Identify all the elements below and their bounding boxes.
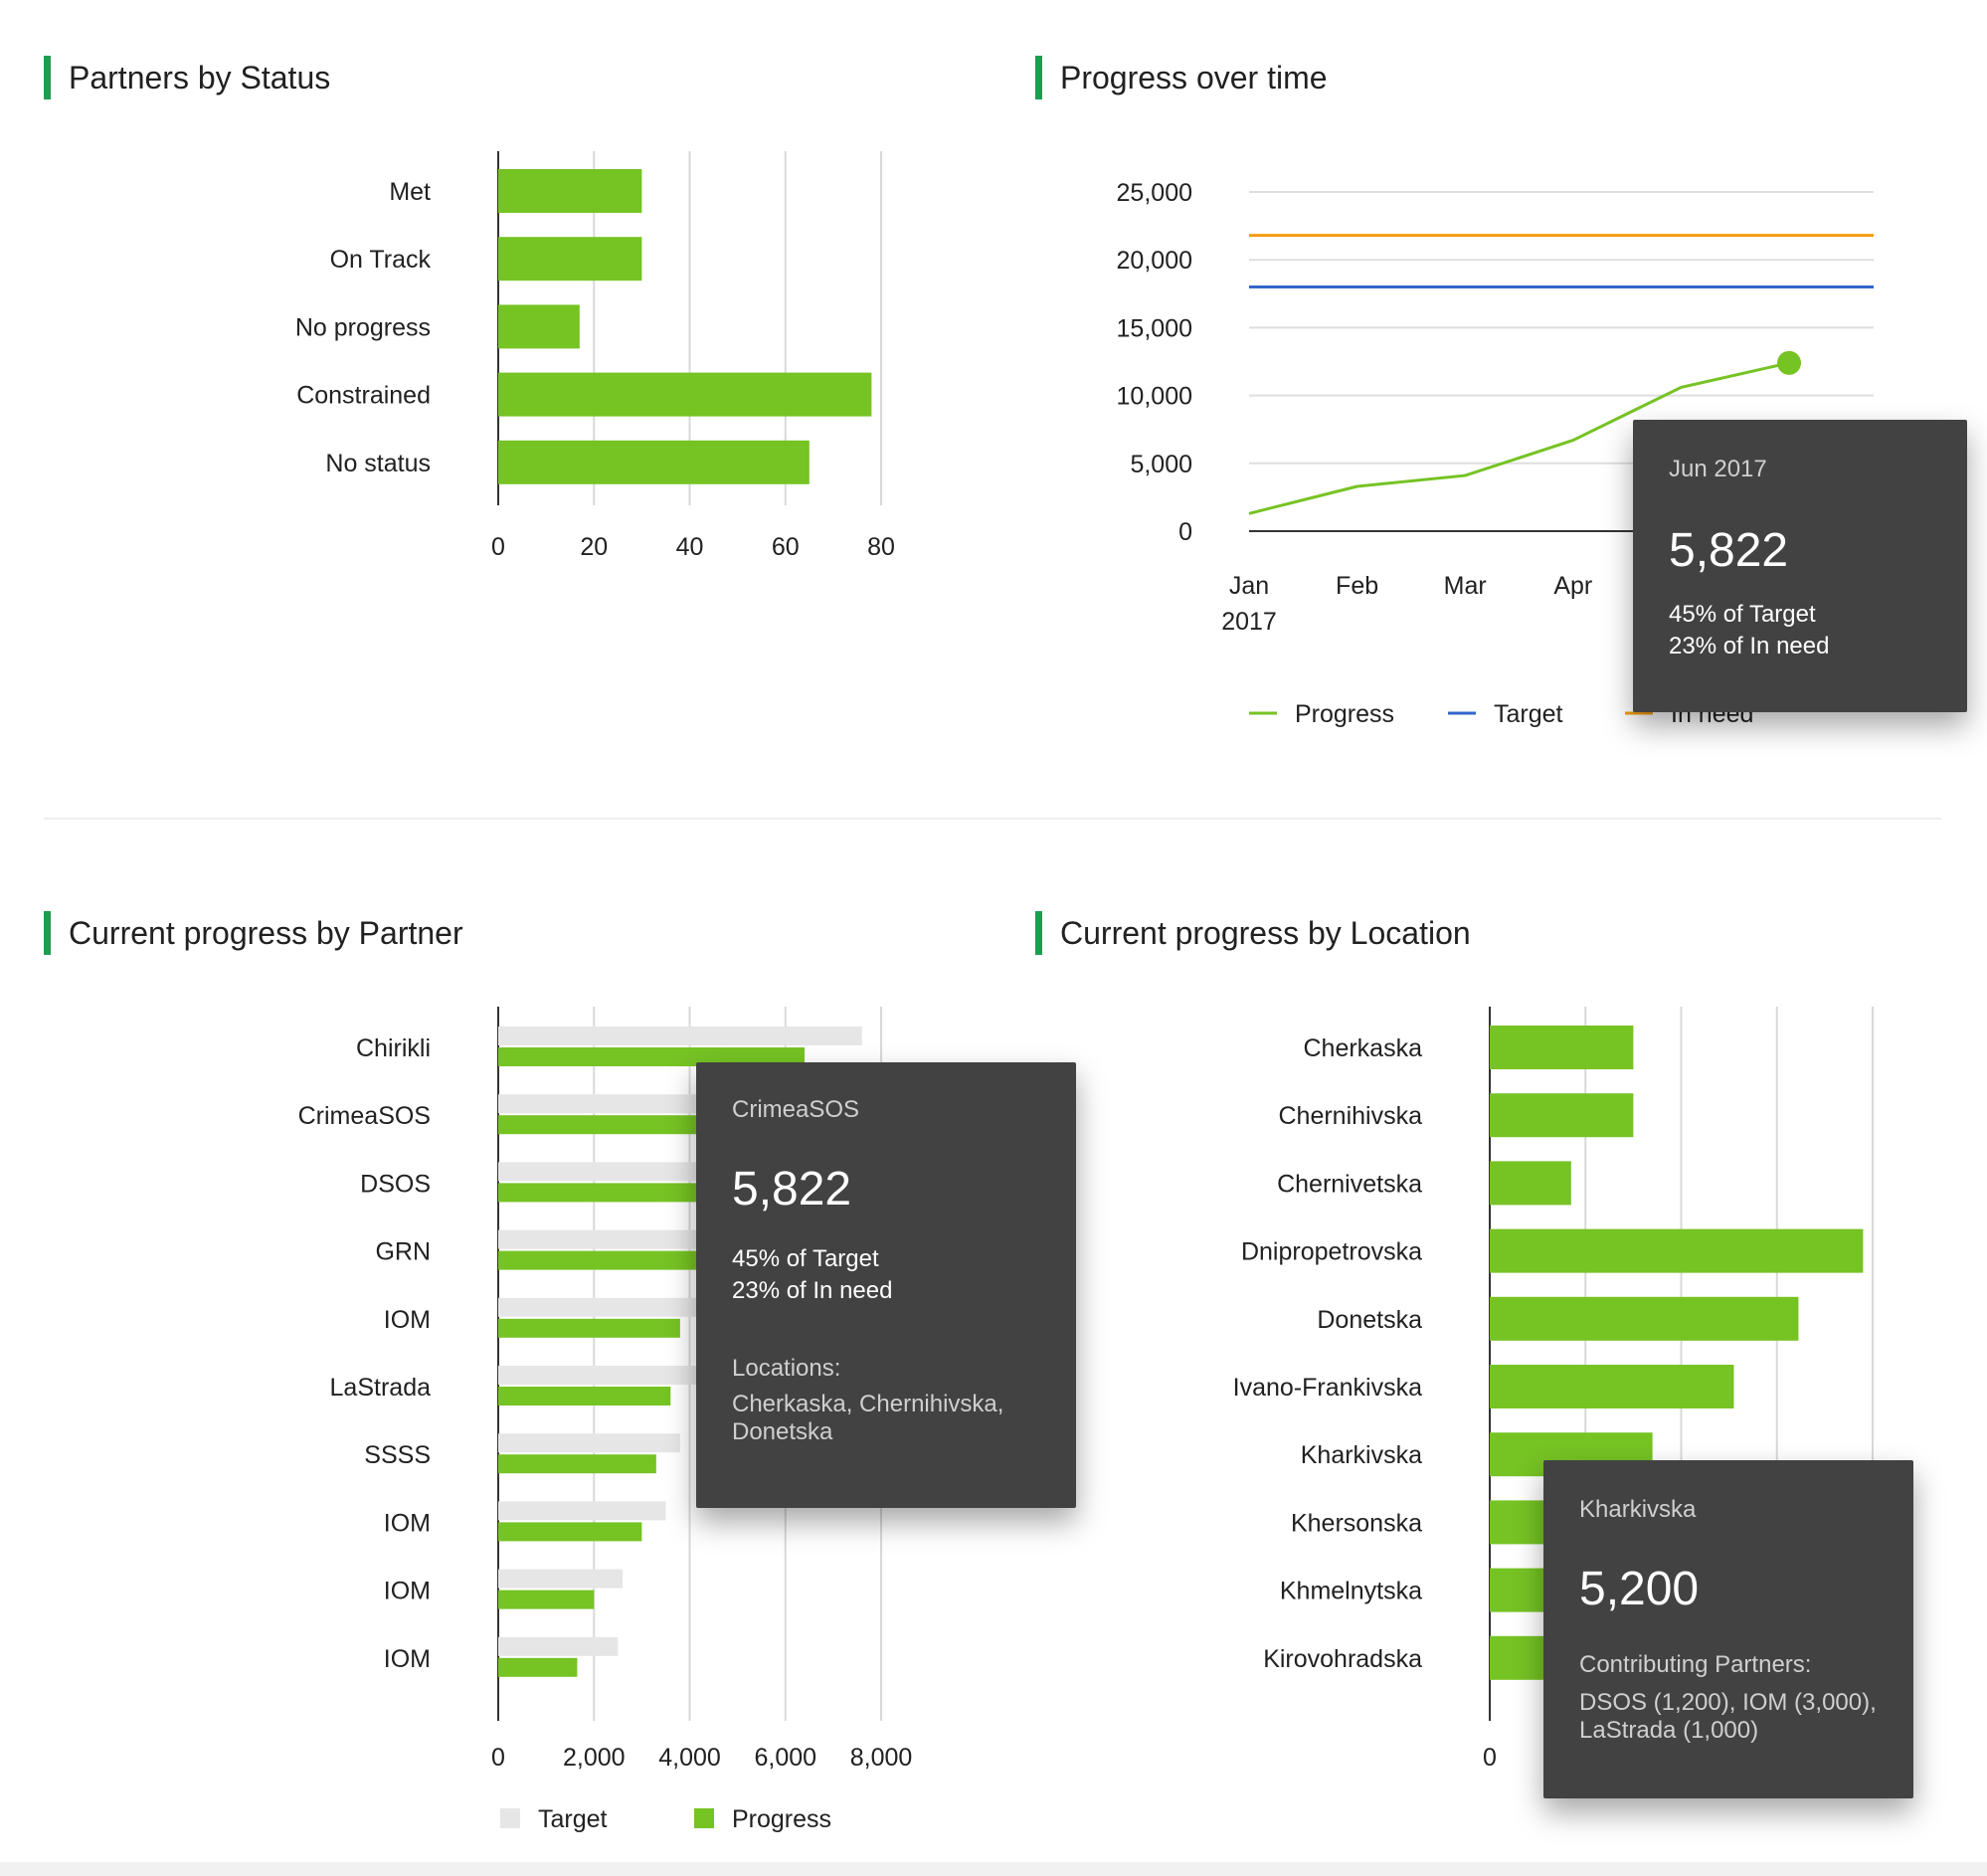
x-tick-label: Feb [1336, 572, 1378, 600]
category-label-chernivetska: Chernivetska [1277, 1170, 1422, 1198]
tooltip-target-pct: 45% of Target [1669, 601, 1816, 628]
category-label-met: Met [389, 178, 431, 206]
y-tick-label: 20,000 [1117, 247, 1192, 275]
x-tick-label: 80 [867, 533, 895, 561]
category-label-iom: IOM [384, 1509, 431, 1537]
x-tick-label: 8,000 [850, 1744, 913, 1772]
bar-cherkaska [1490, 1026, 1634, 1069]
bar-met [498, 169, 642, 213]
target-bar-chirikli [498, 1027, 862, 1045]
partners-by-status-chart: 0 20 40 60 80 Met On Track No progress Constrain… [295, 151, 895, 561]
target-bar-iom [498, 1501, 666, 1521]
category-label-grn: GRN [375, 1238, 431, 1266]
y-tick-label: 10,000 [1117, 383, 1192, 411]
progress-bar-iom [498, 1318, 680, 1338]
target-bar-iom [498, 1569, 624, 1589]
progress-bar-ssss [498, 1454, 656, 1474]
x-tick-label: 0 [491, 533, 505, 561]
category-label-no-progress: No progress [295, 313, 431, 341]
x-tick-label: 4,000 [658, 1744, 721, 1772]
tooltip-partners-line1: DSOS (1,200), IOM (3,000), [1579, 1689, 1877, 1716]
tooltip-value: 5,822 [732, 1163, 852, 1216]
bar-on-track [498, 237, 642, 281]
tooltip-value: 5,822 [1669, 524, 1789, 577]
tooltip-date: Jun 2017 [1669, 456, 1767, 482]
category-label-chirikli: Chirikli [356, 1034, 431, 1062]
category-label-iom: IOM [384, 1306, 431, 1334]
target-bar-ssss [498, 1433, 680, 1453]
x-tick-label: 2017 [1221, 608, 1277, 636]
category-label-on-track: On Track [330, 246, 432, 274]
progress-bar-iom [498, 1590, 595, 1609]
legend-swatch-progress [694, 1808, 714, 1828]
x-tick-label: Jan [1229, 572, 1269, 600]
category-label-khersonska: Khersonska [1291, 1509, 1422, 1537]
category-label-lastrada: LaStrada [330, 1374, 432, 1402]
legend-label-target: Target [1494, 700, 1563, 728]
y-tick-label: 15,000 [1117, 314, 1192, 342]
bar-chernihivska [1490, 1093, 1634, 1138]
partners-by-status-panel: Partners by Status 0 20 40 60 80 Met On Track N… [44, 0, 1018, 796]
x-tick-label: 60 [772, 533, 800, 561]
tooltip-locations-line2: Donetska [732, 1418, 833, 1445]
tooltip-locations-label: Locations: [732, 1355, 841, 1382]
category-label-iom: IOM [384, 1578, 431, 1605]
tooltip-partner-name: CrimeaSOS [732, 1096, 860, 1123]
category-label-donetska: Donetska [1317, 1306, 1422, 1334]
legend-swatch-target [500, 1808, 520, 1828]
highlighted-point [1777, 350, 1801, 375]
x-tick-label: 6,000 [754, 1744, 816, 1772]
bar-no-progress [498, 304, 580, 349]
tooltip-partners-label: Contributing Partners: [1579, 1651, 1812, 1678]
y-tick-label: 5,000 [1130, 451, 1192, 478]
category-label-chernihivska: Chernihivska [1278, 1102, 1422, 1130]
legend-label-target: Target [538, 1805, 608, 1833]
bar-chernivetska [1490, 1161, 1571, 1206]
section-divider [44, 818, 1941, 820]
bar-ivano-frankivska [1490, 1365, 1734, 1408]
tooltip-locations-line1: Cherkaska, Chernihivska, [732, 1391, 1004, 1417]
category-label-kirovohradska: Kirovohradska [1263, 1645, 1422, 1673]
progress-bar-iom [498, 1657, 578, 1677]
tooltip-value: 5,200 [1579, 1563, 1700, 1615]
bar-dnipropetrovska [1490, 1228, 1864, 1273]
x-tick-label: 2,000 [563, 1744, 626, 1772]
category-label-crimeasos: CrimeaSOS [298, 1102, 431, 1130]
legend-label-progress: Progress [1295, 700, 1394, 728]
location-tooltip: Kharkivska 5,200 Contributing Partners: … [1543, 1460, 1913, 1798]
x-tick-label: 20 [580, 533, 608, 561]
category-label-dnipropetrovska: Dnipropetrovska [1241, 1238, 1422, 1266]
category-label-dsos: DSOS [360, 1170, 431, 1198]
tooltip-partners-line2: LaStrada (1,000) [1579, 1717, 1759, 1744]
tooltip-target-pct: 45% of Target [732, 1245, 879, 1272]
category-label-ssss: SSSS [364, 1441, 431, 1469]
tooltip-inneed-pct: 23% of In need [732, 1277, 893, 1304]
category-label-khmelnytska: Khmelnytska [1280, 1578, 1422, 1605]
progress-bar-iom [498, 1522, 642, 1542]
progress-bar-lastrada [498, 1387, 671, 1406]
category-label-ivano-frankivska: Ivano-Frankivska [1233, 1374, 1422, 1402]
progress-over-time-tooltip: Jun 2017 5,822 45% of Target 23% of In n… [1633, 420, 1967, 712]
legend-label-progress: Progress [732, 1805, 831, 1833]
category-label-kharkivska: Kharkivska [1301, 1441, 1422, 1469]
y-tick-label: 25,000 [1117, 179, 1192, 207]
x-tick-label: Mar [1444, 572, 1487, 600]
bar-donetska [1490, 1296, 1799, 1341]
tooltip-location-name: Kharkivska [1579, 1496, 1697, 1523]
page-bottom-band [0, 1862, 1987, 1876]
category-label-cherkaska: Cherkaska [1304, 1034, 1423, 1062]
y-tick-label: 0 [1178, 518, 1192, 546]
bar-no-status [498, 440, 810, 484]
x-tick-label: 40 [676, 533, 704, 561]
bar-constrained [498, 372, 872, 417]
category-label-constrained: Constrained [296, 382, 431, 410]
x-tick-label: Apr [1553, 572, 1592, 600]
target-bar-iom [498, 1636, 619, 1656]
x-tick-label: 0 [491, 1744, 505, 1772]
category-label-no-status: No status [325, 450, 431, 477]
tooltip-inneed-pct: 23% of In need [1669, 633, 1830, 659]
x-tick-label: 0 [1483, 1744, 1497, 1772]
category-label-iom: IOM [384, 1645, 431, 1673]
partner-tooltip: CrimeaSOS 5,822 45% of Target 23% of In … [696, 1062, 1076, 1508]
